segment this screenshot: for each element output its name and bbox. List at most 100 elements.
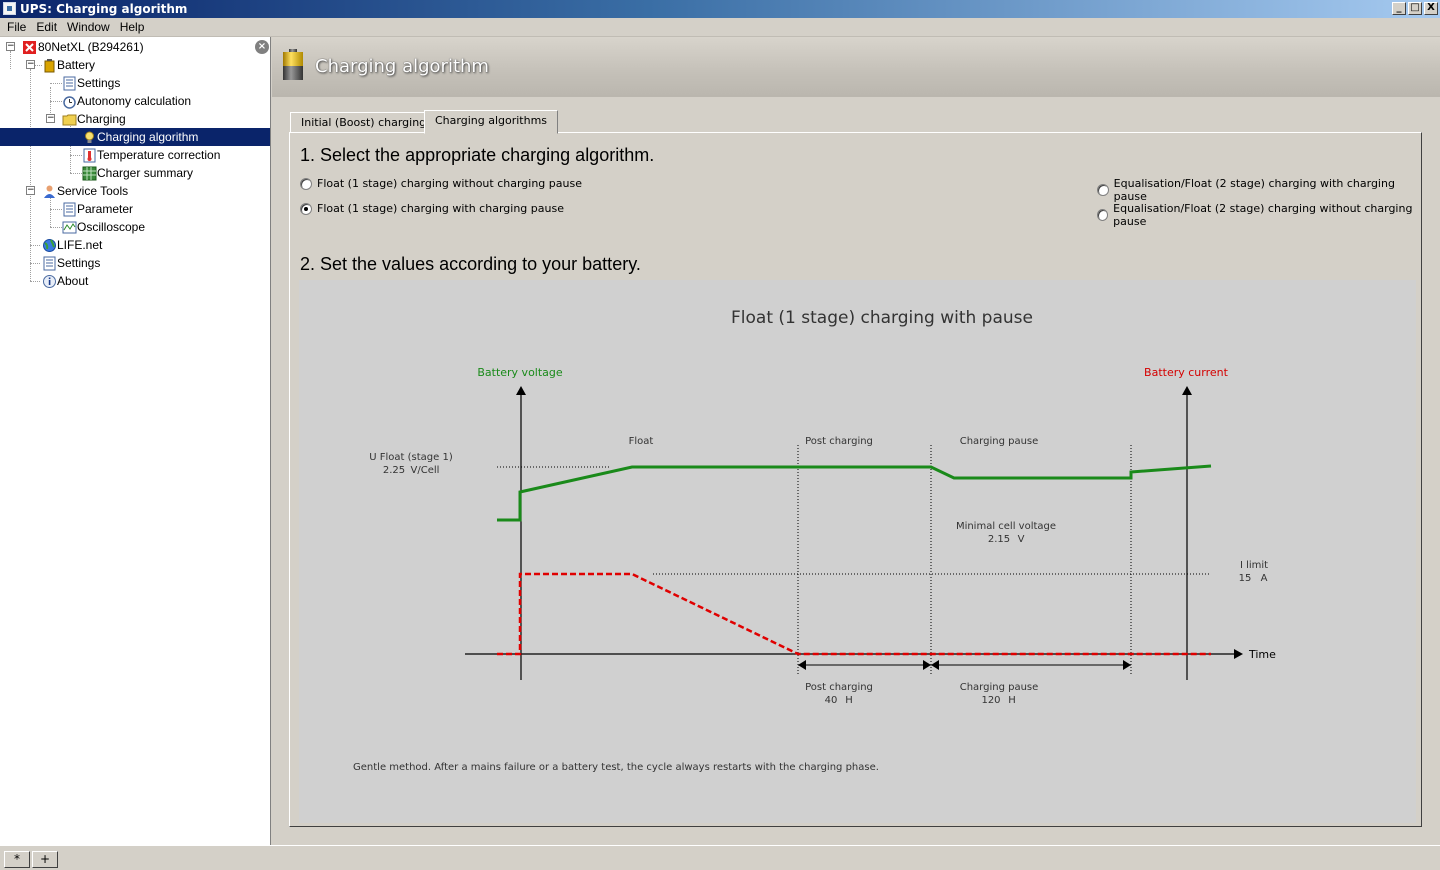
tree-item-charging-algorithm[interactable]: Charging algorithm: [0, 128, 270, 146]
tree-label-charger-summary: Charger summary: [97, 166, 194, 180]
expander-service-tools[interactable]: −: [26, 186, 35, 195]
tree-item-settings[interactable]: Settings: [42, 254, 102, 272]
radio-float-pause[interactable]: Float (1 stage) charging with charging p…: [300, 202, 564, 215]
tree-item-parameter[interactable]: Parameter: [62, 200, 135, 218]
error-device-icon: [23, 41, 36, 54]
navigation-tree: × − 80NetXL (B294261) − Battery Settings…: [0, 37, 271, 845]
expander-root[interactable]: −: [6, 42, 15, 51]
menu-window[interactable]: Window: [62, 20, 115, 34]
expander-charging[interactable]: −: [46, 114, 55, 123]
title-bar: UPS: Charging algorithm _ □ X: [0, 0, 1440, 18]
radio-float-no-pause[interactable]: Float (1 stage) charging without chargin…: [300, 177, 582, 190]
time-axis-arrow: [1234, 649, 1243, 659]
tree-item-service-tools[interactable]: Service Tools: [42, 182, 130, 200]
radio-dot[interactable]: [300, 177, 312, 190]
close-tree-icon[interactable]: ×: [255, 40, 269, 54]
diagram-note: Gentle method. After a mains failure or …: [353, 762, 879, 773]
tree-label-autonomy: Autonomy calculation: [77, 94, 192, 108]
tree-item-temperature[interactable]: Temperature correction: [82, 146, 222, 164]
u-float-value: 2.25: [383, 465, 405, 476]
u-float-label: U Float (stage 1): [369, 452, 453, 463]
bottom-bar: * +: [0, 845, 1440, 870]
minimize-button[interactable]: _: [1392, 2, 1406, 15]
settings-icon: [43, 256, 56, 271]
tree-root[interactable]: 80NetXL (B294261): [22, 38, 146, 56]
bottom-tab-star[interactable]: *: [4, 851, 30, 868]
time-label: Time: [1248, 648, 1276, 661]
settings-doc-icon: [63, 76, 76, 91]
tree-item-autonomy[interactable]: Autonomy calculation: [62, 92, 193, 110]
tree-label-oscilloscope: Oscilloscope: [77, 220, 146, 234]
current-curve: [497, 572, 1211, 656]
battery-header-icon: [283, 49, 303, 80]
voltage-axis-arrow: [516, 386, 526, 395]
post-duration-unit: H: [845, 695, 853, 706]
battery-current-label: Battery current: [1144, 366, 1229, 379]
post-duration-label: Post charging: [805, 682, 873, 693]
tree-item-battery-settings[interactable]: Settings: [62, 74, 122, 92]
diagram-svg: Float (1 stage) charging with pause Batt…: [353, 308, 1276, 773]
i-limit-unit: A: [1261, 573, 1268, 584]
u-float-unit: V/Cell: [411, 465, 440, 476]
phase-post-label: Post charging: [805, 436, 873, 447]
radio-dot[interactable]: [1097, 184, 1109, 196]
info-icon: [43, 275, 56, 288]
user-icon: [44, 185, 55, 198]
tree-item-lifenet[interactable]: LIFE.net: [42, 236, 104, 254]
radio-dot[interactable]: [1097, 209, 1109, 221]
tree-item-battery[interactable]: Battery: [42, 56, 97, 74]
i-limit-label: I limit: [1240, 560, 1268, 571]
parameter-doc-icon: [63, 202, 76, 217]
pause-duration-label: Charging pause: [960, 682, 1039, 693]
menu-bar: File Edit Window Help: [0, 18, 1440, 37]
tab-charging-algorithms[interactable]: Charging algorithms: [424, 110, 559, 134]
battery-icon: [44, 59, 55, 73]
tree-label-battery: Battery: [57, 58, 96, 72]
voltage-curve: [497, 464, 1212, 522]
menu-help[interactable]: Help: [115, 20, 150, 34]
radio-eq-no-pause[interactable]: Equalisation/Float (2 stage) charging wi…: [1097, 202, 1421, 228]
radio-eq-pause[interactable]: Equalisation/Float (2 stage) charging wi…: [1097, 177, 1421, 203]
page-title: Charging algorithm: [315, 56, 489, 77]
pause-arrow-right: [1123, 660, 1131, 670]
tree-label-lifenet: LIFE.net: [57, 238, 103, 252]
tree-label-temperature: Temperature correction: [97, 148, 221, 162]
tree-label-settings2: Settings: [57, 256, 101, 270]
tab-initial-boost[interactable]: Initial (Boost) charging: [290, 112, 438, 133]
section2-heading: 2. Set the values according to your batt…: [300, 254, 641, 274]
radio-dot-checked[interactable]: [300, 202, 312, 215]
section1-heading: 1. Select the appropriate charging algor…: [300, 145, 655, 165]
phase-float-label: Float: [629, 436, 654, 447]
page-header: Charging algorithm: [272, 37, 1440, 97]
window-title: UPS: Charging algorithm: [20, 2, 188, 16]
pause-duration-unit: H: [1008, 695, 1016, 706]
app-icon: [3, 2, 16, 15]
min-cell-unit: V: [1018, 534, 1025, 545]
bottom-tab-add[interactable]: +: [32, 851, 58, 868]
tree-item-charger-summary[interactable]: Charger summary: [82, 164, 195, 182]
bulb-icon: [85, 131, 94, 143]
radio-label: Float (1 stage) charging with charging p…: [317, 202, 564, 215]
expander-battery[interactable]: −: [26, 60, 35, 69]
charging-diagram: Float (1 stage) charging with pause Batt…: [299, 280, 1416, 823]
thermometer-doc-icon: [83, 148, 96, 163]
tree-item-charging[interactable]: Charging: [62, 110, 128, 128]
restore-button[interactable]: □: [1408, 2, 1422, 15]
folder-icon: [62, 114, 77, 126]
radio-label: Equalisation/Float (2 stage) charging wi…: [1113, 177, 1395, 203]
tree-label-charging-algorithm: Charging algorithm: [97, 130, 199, 144]
i-limit-value: 15: [1239, 573, 1252, 584]
post-arrow-left: [798, 660, 806, 670]
phase-pause-label: Charging pause: [960, 436, 1039, 447]
min-cell-label: Minimal cell voltage: [956, 521, 1056, 532]
post-arrow-right: [923, 660, 931, 670]
pause-duration-value: 120: [981, 695, 1000, 706]
menu-file[interactable]: File: [2, 20, 31, 34]
tree-item-about[interactable]: About: [42, 272, 90, 290]
tree-label-charging: Charging: [77, 112, 126, 126]
menu-edit[interactable]: Edit: [31, 20, 62, 34]
min-cell-value: 2.15: [988, 534, 1010, 545]
tree-item-oscilloscope[interactable]: Oscilloscope: [62, 218, 147, 236]
grid-icon: [82, 166, 97, 181]
close-button[interactable]: X: [1424, 2, 1438, 15]
